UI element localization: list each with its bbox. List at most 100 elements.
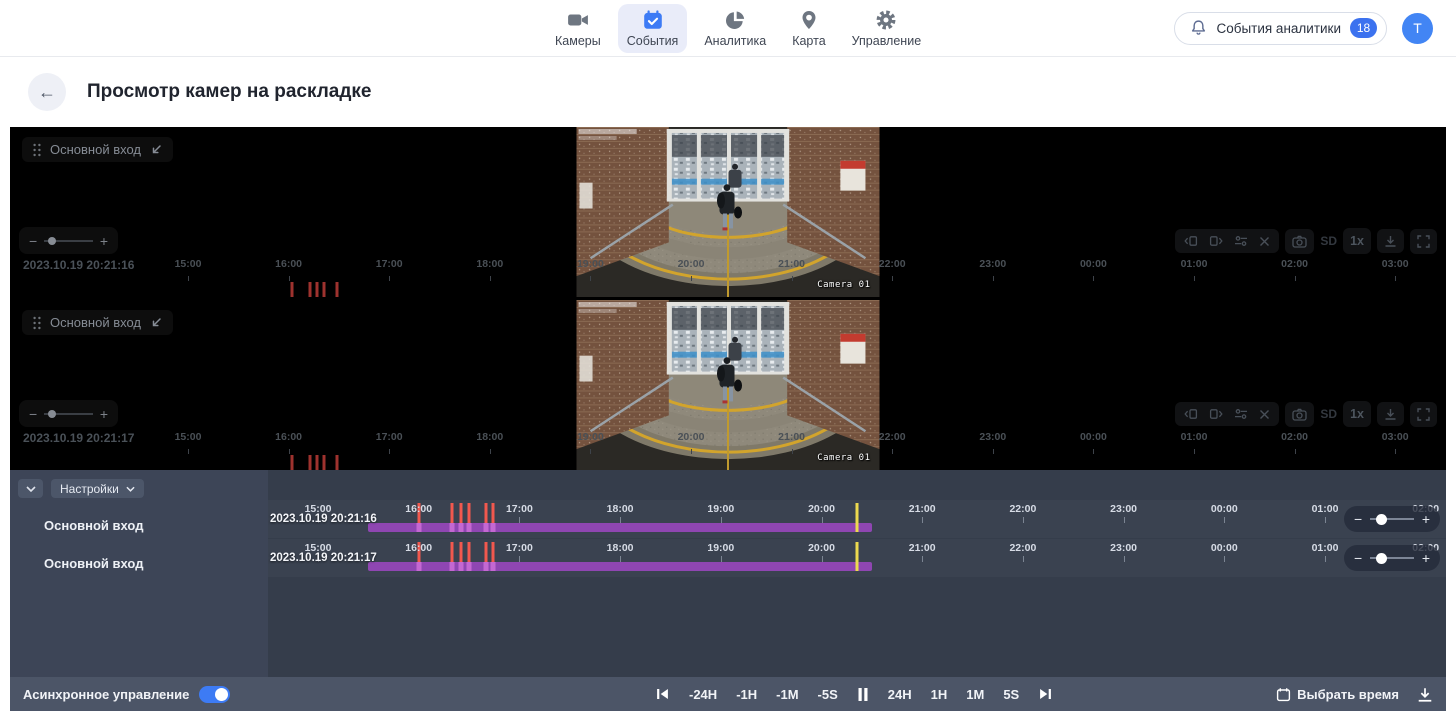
nav-tab-analytics[interactable]: Аналитика — [695, 4, 775, 53]
filter-sliders-icon[interactable] — [1234, 235, 1248, 247]
step-fwd-24h-button[interactable]: 24H — [888, 687, 912, 702]
user-avatar[interactable]: T — [1402, 13, 1433, 44]
nav-tab-label: Аналитика — [704, 34, 766, 48]
zoom-out-icon[interactable]: − — [1354, 511, 1362, 527]
timeline-panel-tracks: 2023.10.19 20:21:16 15:0016:0017:0018:00… — [268, 470, 1446, 677]
drag-handle-icon[interactable] — [33, 316, 41, 330]
close-icon[interactable] — [1259, 409, 1270, 420]
hour-label: 01:00 — [1181, 431, 1208, 443]
nav-tab-label: Карта — [792, 34, 825, 48]
download-button[interactable] — [1377, 402, 1404, 426]
collapse-panel-button[interactable] — [18, 479, 43, 498]
hour-label: 17:00 — [506, 503, 533, 515]
camera-zoom-control[interactable]: − + — [19, 400, 118, 427]
nav-tab-cameras[interactable]: Камеры — [546, 4, 610, 53]
playhead-marker[interactable] — [855, 503, 858, 532]
zoom-out-icon[interactable]: − — [29, 406, 37, 422]
event-on-bar — [467, 523, 472, 532]
speed-button[interactable]: 1x — [1343, 228, 1371, 254]
hour-label: 20:00 — [808, 503, 835, 515]
snapshot-button[interactable] — [1285, 229, 1314, 254]
event-marker — [459, 503, 462, 523]
timeline-track[interactable]: 2023.10.19 20:21:16 15:0016:0017:0018:00… — [268, 500, 1446, 538]
timeline-track[interactable]: 2023.10.19 20:21:17 15:0016:0017:0018:00… — [268, 539, 1446, 577]
hour-label: 23:00 — [979, 258, 1006, 270]
nav-tab-map[interactable]: Карта — [783, 4, 834, 53]
async-toggle[interactable] — [199, 686, 230, 703]
skip-to-start-icon[interactable] — [655, 687, 670, 701]
zoom-in-icon[interactable]: + — [1422, 511, 1430, 527]
zoom-slider-handle[interactable] — [48, 237, 56, 245]
timeline-zoom-control[interactable]: − + — [1344, 506, 1440, 532]
drag-handle-icon[interactable] — [33, 143, 41, 157]
settings-button[interactable]: Настройки — [51, 479, 144, 498]
hour-tick — [289, 449, 290, 454]
hour-label: 19:00 — [577, 431, 604, 443]
step-back-5s-button[interactable]: -5S — [818, 687, 838, 702]
hour-tick — [188, 449, 189, 454]
bookmark-tool-group — [1175, 402, 1279, 426]
back-button[interactable]: ← — [28, 73, 66, 111]
quality-button[interactable]: SD — [1320, 407, 1337, 421]
event-on-bar — [458, 523, 463, 532]
timeline-zoom-slider[interactable] — [1370, 518, 1414, 520]
next-bookmark-icon[interactable] — [1209, 408, 1223, 420]
close-icon[interactable] — [1259, 236, 1270, 247]
step-back-1h-button[interactable]: -1H — [736, 687, 757, 702]
timeline-zoom-handle[interactable] — [1376, 553, 1387, 564]
chevron-down-icon — [126, 486, 135, 492]
zoom-in-icon[interactable]: + — [100, 233, 108, 249]
step-back-1m-button[interactable]: -1M — [776, 687, 798, 702]
prev-bookmark-icon[interactable] — [1184, 235, 1198, 247]
nav-tab-label: События — [627, 34, 679, 48]
fullscreen-button[interactable] — [1410, 402, 1437, 427]
event-on-bar — [416, 523, 421, 532]
skip-to-end-icon[interactable] — [1038, 687, 1053, 701]
timeline-zoom-handle[interactable] — [1376, 514, 1387, 525]
speed-button[interactable]: 1x — [1343, 401, 1371, 427]
camera-name-pill[interactable]: Основной вход — [22, 137, 173, 162]
zoom-in-icon[interactable]: + — [1422, 550, 1430, 566]
zoom-in-icon[interactable]: + — [100, 406, 108, 422]
next-bookmark-icon[interactable] — [1209, 235, 1223, 247]
step-fwd-5s-button[interactable]: 5S — [1003, 687, 1019, 702]
download-icon — [1384, 235, 1397, 247]
camera-name-pill[interactable]: Основной вход — [22, 310, 173, 335]
hour-tick — [922, 556, 923, 562]
step-fwd-1m-button[interactable]: 1M — [966, 687, 984, 702]
timeline-timestamp: 2023.10.19 20:21:16 — [270, 513, 377, 525]
hour-tick — [188, 276, 189, 281]
zoom-out-icon[interactable]: − — [29, 233, 37, 249]
collapse-arrow-icon[interactable] — [150, 317, 162, 329]
prev-bookmark-icon[interactable] — [1184, 408, 1198, 420]
recording-bar[interactable] — [368, 523, 872, 532]
select-time-button[interactable]: Выбрать время — [1276, 677, 1399, 711]
analytics-events-button[interactable]: События аналитики 18 — [1174, 12, 1387, 45]
recording-bar[interactable] — [368, 562, 872, 571]
settings-label: Настройки — [60, 482, 119, 496]
export-download-button[interactable] — [1417, 677, 1433, 711]
camera-timestamp: 2023.10.19 20:21:17 — [23, 431, 134, 445]
download-button[interactable] — [1377, 229, 1404, 253]
camera-timeline[interactable]: 2023.10.19 20:21:16 15:0016:0017:0018:00… — [10, 256, 1446, 297]
zoom-slider-handle[interactable] — [48, 410, 56, 418]
camera-zoom-control[interactable]: − + — [19, 227, 118, 254]
fullscreen-button[interactable] — [1410, 229, 1437, 254]
pause-icon[interactable] — [857, 687, 869, 702]
zoom-slider[interactable] — [44, 413, 93, 415]
zoom-slider[interactable] — [44, 240, 93, 242]
top-navigation: Камеры События Аналитика Карта — [0, 0, 1456, 57]
step-fwd-1h-button[interactable]: 1H — [931, 687, 948, 702]
snapshot-button[interactable] — [1285, 402, 1314, 427]
quality-button[interactable]: SD — [1320, 234, 1337, 248]
zoom-out-icon[interactable]: − — [1354, 550, 1362, 566]
nav-tab-management[interactable]: Управление — [843, 4, 931, 53]
camera-timeline[interactable]: 2023.10.19 20:21:17 15:0016:0017:0018:00… — [10, 429, 1446, 470]
nav-tab-events[interactable]: События — [618, 4, 688, 53]
timeline-zoom-control[interactable]: − + — [1344, 545, 1440, 571]
collapse-arrow-icon[interactable] — [150, 144, 162, 156]
step-back-24h-button[interactable]: -24H — [689, 687, 717, 702]
filter-sliders-icon[interactable] — [1234, 408, 1248, 420]
playhead-marker[interactable] — [855, 542, 858, 571]
timeline-zoom-slider[interactable] — [1370, 557, 1414, 559]
